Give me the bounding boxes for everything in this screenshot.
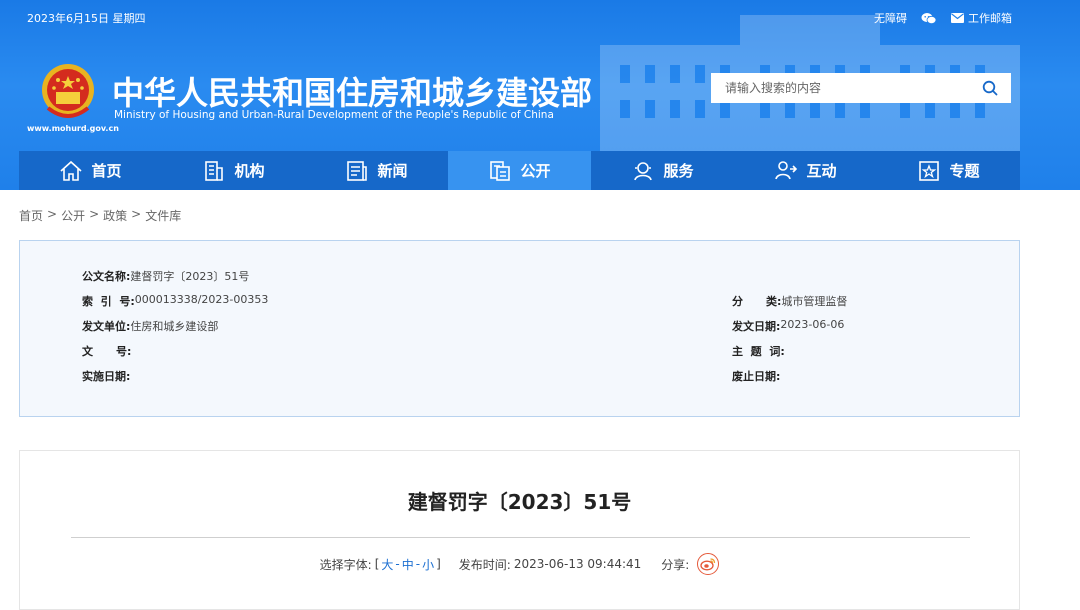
meta-value: 建督罚字〔2023〕51号 — [130, 270, 250, 283]
service-icon — [634, 161, 653, 180]
breadcrumb-public[interactable]: 公开 — [61, 207, 85, 224]
wechat-icon — [921, 12, 937, 24]
mail-link[interactable]: 工作邮箱 — [951, 10, 1012, 26]
article-panel: 建督罚字〔2023〕51号 选择字体: [ 大 - 中 - 小 ] 发布时间: … — [19, 450, 1020, 610]
share-label: 分享: — [661, 557, 690, 572]
main-nav: 首页 机构 新闻 公开 服务 互动 专题 — [19, 151, 1020, 190]
breadcrumb-library[interactable]: 文件库 — [145, 207, 181, 224]
font-size-small-button[interactable]: 小 — [422, 556, 434, 573]
meta-label: 发文日期: — [732, 320, 781, 333]
meta-label: 分 类: — [732, 295, 782, 308]
meta-doc-no: 文 号: — [82, 343, 131, 359]
nav-item-news[interactable]: 新闻 — [305, 151, 448, 190]
meta-label: 索 引 号: — [82, 295, 135, 308]
nav-item-home[interactable]: 首页 — [19, 151, 162, 190]
site-header: 2023年6月15日 星期四 无障碍 工作邮箱 www.mohurd.gov.c… — [0, 0, 1080, 190]
meta-label: 公文名称: — [82, 270, 131, 283]
meta-keywords: 主 题 词: — [732, 343, 785, 359]
breadcrumb: 首页 > 公开 > 政策 > 文件库 — [19, 207, 181, 224]
font-size-separator: - — [415, 557, 421, 571]
nav-item-organization[interactable]: 机构 — [162, 151, 305, 190]
news-icon — [347, 160, 368, 181]
breadcrumb-separator: > — [89, 207, 100, 221]
meta-category: 分 类: 城市管理监督 — [732, 293, 847, 309]
document-metadata-box: 公文名称: 建督罚字〔2023〕51号 索 引 号: 000013338/2023-… — [19, 240, 1020, 417]
publish-time-label: 发布时间: — [458, 557, 511, 572]
meta-label: 发文单位: — [82, 320, 131, 333]
meta-issue-date: 发文日期: 2023-06-06 — [732, 318, 844, 334]
nav-label: 互动 — [806, 162, 837, 180]
weibo-share-button[interactable] — [697, 553, 720, 575]
nav-label: 公开 — [520, 162, 551, 180]
meta-doc-name: 公文名称: 建督罚字〔2023〕51号 — [82, 268, 249, 284]
meta-label: 废止日期: — [732, 370, 781, 383]
font-size-separator: - — [395, 557, 400, 571]
breadcrumb-separator: > — [131, 207, 142, 221]
nav-item-interaction[interactable]: 互动 — [734, 151, 877, 190]
mail-icon — [951, 13, 964, 23]
meta-value: 2023-06-06 — [780, 318, 845, 331]
nav-label: 首页 — [91, 162, 122, 180]
mail-label: 工作邮箱 — [968, 12, 1012, 25]
breadcrumb-policy[interactable]: 政策 — [103, 207, 127, 224]
font-size-medium-button[interactable]: 中 — [402, 556, 414, 573]
document-icon — [490, 160, 511, 181]
building-icon — [205, 160, 224, 181]
search-icon — [982, 80, 998, 96]
meta-effective-date: 实施日期: — [82, 368, 130, 384]
breadcrumb-home[interactable]: 首页 — [19, 207, 43, 224]
search-box — [711, 73, 1011, 103]
font-size-large-button[interactable]: 大 — [381, 556, 393, 573]
meta-index: 索 引 号: 000013338/2023-00353 — [82, 293, 268, 309]
bracket-close: ] — [436, 557, 441, 571]
current-date: 2023年6月15日 星期四 — [27, 12, 146, 25]
meta-issuer: 发文单位: 住房和城乡建设部 — [82, 318, 218, 334]
star-icon — [919, 160, 940, 181]
title-divider — [71, 537, 970, 538]
nav-label: 专题 — [949, 162, 980, 180]
meta-value: 住房和城乡建设部 — [130, 320, 219, 333]
site-title[interactable]: 中华人民共和国住房和城乡建设部 — [112, 68, 592, 114]
meta-label: 实施日期: — [82, 370, 131, 383]
site-subtitle: Ministry of Housing and Urban-Rural Deve… — [114, 109, 554, 121]
meta-expiry-date: 废止日期: — [732, 368, 780, 384]
nav-item-topics[interactable]: 专题 — [877, 151, 1020, 190]
weibo-icon — [700, 558, 716, 571]
publish-time: 2023-06-13 09:44:41 — [513, 557, 642, 571]
accessibility-link[interactable]: 无障碍 — [874, 10, 907, 26]
home-icon — [60, 160, 83, 181]
meta-label: 主 题 词: — [732, 345, 785, 358]
search-button[interactable] — [979, 77, 1001, 99]
national-emblem-logo[interactable] — [40, 62, 96, 122]
meta-label: 文 号: — [82, 345, 132, 358]
font-size-label: 选择字体: — [319, 557, 372, 572]
article-title: 建督罚字〔2023〕51号 — [407, 490, 632, 514]
wechat-link[interactable] — [921, 12, 937, 25]
topbar-links: 无障碍 工作邮箱 — [874, 10, 1012, 26]
article-info-bar: 选择字体: [ 大 - 中 - 小 ] 发布时间: 2023-06-13 09:… — [20, 553, 1019, 575]
nav-item-public[interactable]: 公开 — [448, 151, 591, 190]
breadcrumb-separator: > — [47, 207, 58, 221]
nav-label: 机构 — [234, 162, 265, 180]
meta-value: 城市管理监督 — [781, 295, 848, 308]
meta-value: 000013338/2023-00353 — [134, 293, 269, 306]
search-input[interactable] — [725, 81, 979, 95]
nav-label: 服务 — [663, 162, 694, 180]
nav-label: 新闻 — [377, 162, 408, 180]
bracket-open: [ — [374, 557, 380, 571]
nav-item-service[interactable]: 服务 — [591, 151, 734, 190]
site-url: www.mohurd.gov.cn — [27, 124, 119, 133]
interaction-icon — [775, 160, 798, 179]
